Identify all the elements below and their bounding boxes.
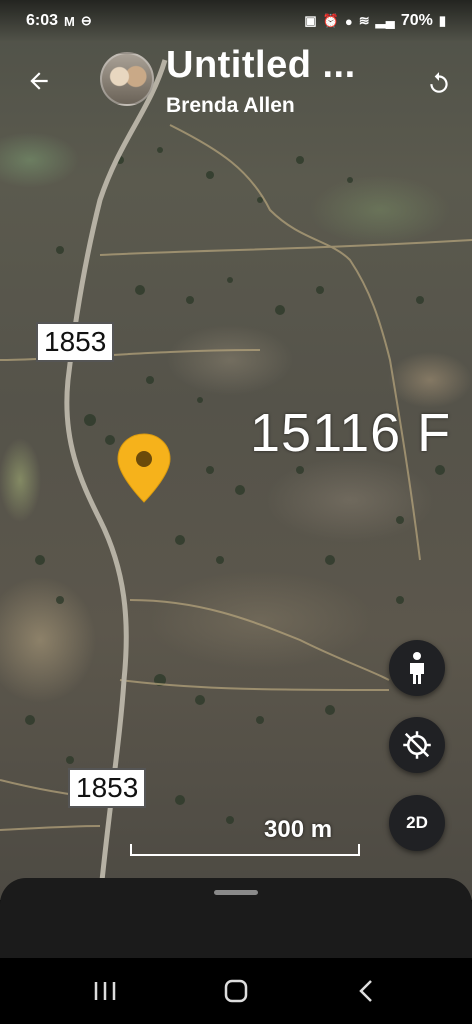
home-button[interactable]: [211, 966, 261, 1016]
back-icon: [358, 980, 372, 1002]
view-mode-button[interactable]: 2D: [389, 795, 445, 851]
road-label: 1853: [36, 322, 115, 362]
refresh-icon: [430, 72, 448, 93]
photo-icon: ▣: [304, 13, 317, 28]
battery-icon: ▮: [438, 13, 446, 28]
do-not-disturb-icon: ⊖: [80, 13, 92, 28]
location-icon: ●: [344, 13, 353, 29]
recent-apps-button[interactable]: [80, 966, 130, 1016]
recent-apps-icon: [95, 982, 116, 1000]
street-view-button[interactable]: [389, 640, 445, 696]
battery-percent: 70%: [400, 12, 433, 29]
back-button[interactable]: [22, 64, 56, 98]
status-bar: 6:03 M ⊖ ▣ ⏰ ● ≋ ▂▄ 70% ▮: [0, 0, 472, 42]
refresh-button[interactable]: [422, 66, 456, 100]
signal-icon: ▂▄: [375, 13, 395, 28]
map-text-label: 15116 F: [250, 403, 452, 463]
project-header: Untitled ... Brenda Allen: [0, 44, 472, 124]
alarm-icon: ⏰: [322, 13, 339, 28]
scale-bar: [130, 844, 360, 856]
scale-label: 300 m: [264, 816, 333, 843]
map-pin-icon: [117, 433, 171, 503]
my-location-button[interactable]: [389, 717, 445, 773]
drag-handle[interactable]: [214, 890, 258, 895]
wifi-icon: ≋: [358, 13, 370, 28]
status-time: 6:03: [26, 12, 59, 29]
back-nav-button[interactable]: [342, 966, 392, 1016]
home-icon: [224, 979, 248, 1003]
project-owner: Brenda Allen: [166, 94, 295, 117]
system-nav-bar: [0, 958, 472, 1024]
bottom-sheet[interactable]: [0, 878, 472, 958]
project-title[interactable]: Untitled ...: [166, 44, 356, 87]
road-label: 1853: [68, 768, 147, 808]
location-off-icon: [403, 731, 431, 759]
location-pin[interactable]: [116, 432, 172, 504]
avatar[interactable]: [100, 52, 154, 106]
arrow-back-icon: [30, 72, 48, 90]
person-icon: [410, 652, 424, 684]
gmail-icon: M: [64, 13, 75, 29]
